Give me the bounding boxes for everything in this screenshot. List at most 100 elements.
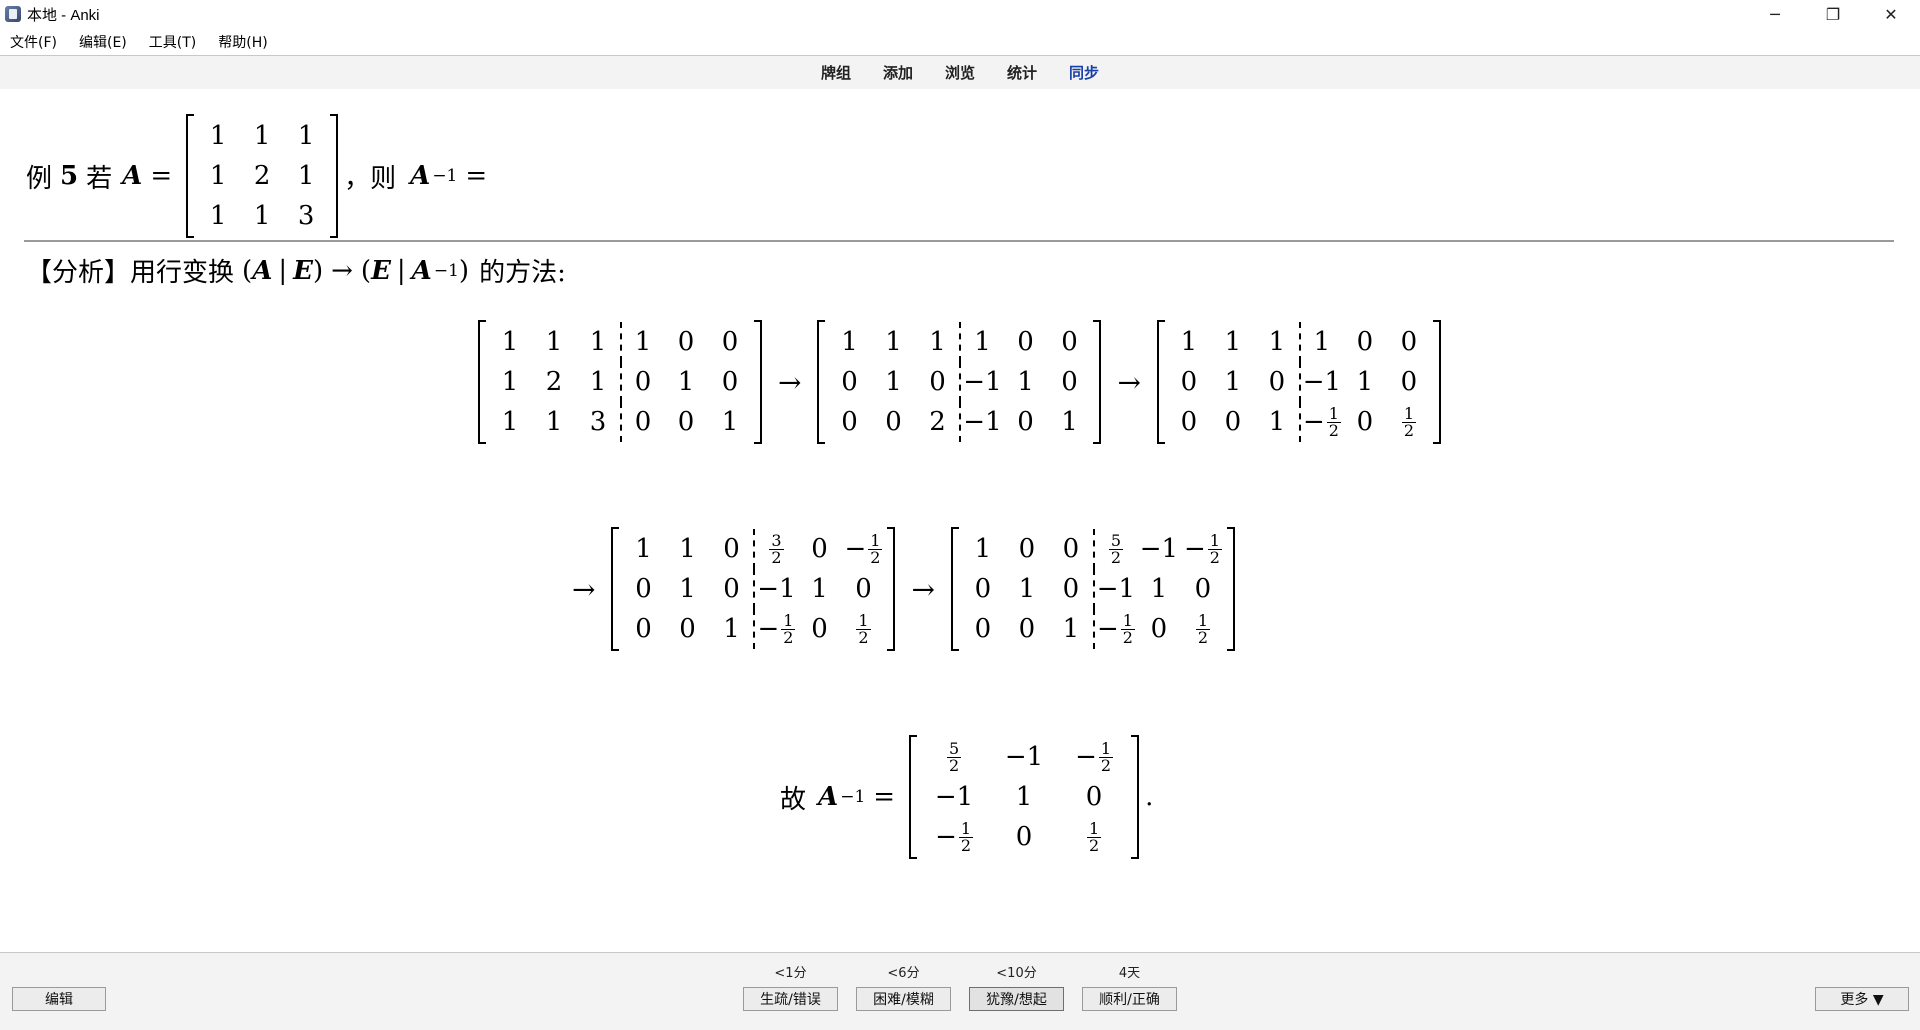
- matrix-cell: 0: [1194, 574, 1212, 604]
- matrix-cell: 1: [1017, 367, 1034, 397]
- matrix-cell: 1: [501, 407, 519, 437]
- matrix-cell: 2: [545, 367, 563, 397]
- result-matrix: 5 2 −1 −1 2 −1 1 0 −1 2 0 1 2: [909, 735, 1140, 859]
- matrix-right-bracket: [1226, 527, 1235, 651]
- matrix-left-bracket: [186, 114, 195, 238]
- menu-file[interactable]: 文件(F): [10, 32, 57, 52]
- matrix-cell: −1: [1298, 362, 1343, 402]
- step-matrix-4: 1 1 0 3 2 0−1 2 0 1 0 −1 1 0 0 0 1−1 2 0 1 2: [611, 527, 896, 651]
- more-button[interactable]: 更多 ▼: [1815, 987, 1909, 1011]
- menu-help[interactable]: 帮助(H): [218, 32, 267, 52]
- analysis-text: 用行变换: [130, 258, 235, 288]
- matrix-cell: −1 2: [844, 530, 883, 567]
- matrix-cell: 0: [1062, 534, 1080, 564]
- matrix-cell: −1: [1004, 742, 1044, 772]
- matrix-cell: −1 2: [935, 818, 974, 855]
- matrix-left-bracket: [1156, 320, 1165, 444]
- toolbar-add[interactable]: 添加: [883, 62, 913, 83]
- answer-easy-button[interactable]: 顺利/正确: [1082, 987, 1177, 1011]
- matrix-cell: 0: [929, 367, 946, 397]
- card-question: 例 5 若 A = 111121113 ，则 A −1 =: [26, 114, 487, 238]
- result-eq: =: [873, 782, 896, 812]
- arrow-icon: →: [778, 365, 802, 399]
- toolbar-sync[interactable]: 同步: [1069, 62, 1099, 83]
- matrix-grid: 111121113: [194, 114, 330, 238]
- matrix-cell: 0: [1061, 367, 1078, 397]
- matrix-cell: 1: [297, 161, 315, 191]
- question-var-a-inv: A: [410, 161, 431, 191]
- result-prefix: 故: [780, 784, 807, 815]
- answer-hard-button[interactable]: 困难/模糊: [856, 987, 951, 1011]
- matrix-cell: 0: [1400, 367, 1418, 397]
- matrix-cell: 0: [635, 574, 652, 604]
- matrix-cell: 0: [855, 574, 872, 604]
- matrix-cell: 0: [620, 362, 664, 402]
- question-var-a: A: [122, 161, 143, 191]
- matrix-cell: −1 2: [1092, 609, 1137, 649]
- close-button[interactable]: ✕: [1862, 0, 1920, 28]
- matrix-cell: 12: [1401, 403, 1417, 440]
- toolbar-decks[interactable]: 牌组: [821, 62, 851, 83]
- matrix-grid: 1 1 0 3 2 0−1 2 0 1 0 −1 1 0 0 0 1−1 2 0 1 2: [619, 527, 887, 651]
- toolbar-stats[interactable]: 统计: [1007, 62, 1037, 83]
- matrix-right-bracket: [1432, 320, 1441, 444]
- matrix-cell: 0: [721, 327, 739, 357]
- matrix-cell: 0: [1062, 574, 1080, 604]
- menu-tools[interactable]: 工具(T): [149, 32, 196, 52]
- matrix-left-bracket: [611, 527, 620, 651]
- menu-edit[interactable]: 编辑(E): [79, 32, 127, 52]
- edit-button[interactable]: 编辑: [12, 987, 106, 1011]
- analysis-line: 【分析】 用行变换 ( A | E ) → ( E | A −1 ) 的方法:: [26, 252, 566, 289]
- matrix-cell: 0: [1224, 407, 1242, 437]
- matrix-cell: 1: [209, 121, 227, 151]
- matrix-cell: 0: [620, 402, 664, 442]
- minimize-button[interactable]: ─: [1746, 0, 1804, 28]
- matrix-cell: −1: [753, 569, 797, 609]
- matrix-cell: 1: [635, 534, 652, 564]
- matrix-cell: −1 2: [1298, 402, 1343, 442]
- answer-again-button[interactable]: 生疏/错误: [743, 987, 838, 1011]
- question-number: 5: [60, 161, 79, 191]
- matrix-cell: 12: [1195, 610, 1211, 647]
- matrix-cell: −1: [959, 362, 1003, 402]
- matrix-cell: 2: [929, 407, 946, 437]
- matrix-cell: −1 2: [1183, 530, 1222, 567]
- matrix-cell: 1: [545, 407, 563, 437]
- matrix-cell: 1: [501, 327, 519, 357]
- matrix-cell: 1: [501, 367, 519, 397]
- interval-easy: 4天: [1118, 966, 1141, 981]
- step-matrix-2: 1 1 1 1 0 0 0 1 0 −1 1 0 0 0 2 −1 0 1: [817, 320, 1102, 444]
- matrix-cell: 1: [679, 574, 696, 604]
- question-if: 若: [86, 163, 113, 194]
- matrix-cell: 0: [811, 614, 828, 644]
- matrix-right-bracket: [887, 527, 896, 651]
- menu-bar: 文件(F) 编辑(E) 工具(T) 帮助(H): [0, 30, 1920, 54]
- matrix-left-bracket: [478, 320, 486, 444]
- matrix-cell: 0: [635, 614, 652, 644]
- matrix-cell: 0: [1180, 407, 1198, 437]
- title-bar: 本地 - Anki ─ ❐ ✕: [0, 0, 1920, 28]
- interval-good: <10分: [996, 966, 1037, 981]
- matrix-cell: 0: [1018, 534, 1036, 564]
- card-webview: 例 5 若 A = 111121113 ，则 A −1 = 【分析】 用行变换 …: [0, 90, 1920, 952]
- matrix-cell: 1: [974, 534, 992, 564]
- restore-button[interactable]: ❐: [1804, 0, 1862, 28]
- question-answer-divider: [24, 240, 1894, 242]
- matrix-right-bracket: [330, 114, 339, 238]
- step-matrix-1: 111100121010113001: [478, 320, 762, 444]
- toolbar-browse[interactable]: 浏览: [945, 62, 975, 83]
- answer-good-button[interactable]: 犹豫/想起: [969, 987, 1064, 1011]
- analysis-e: E: [293, 255, 313, 286]
- matrix-cell: −1: [934, 782, 974, 812]
- elimination-row-2: → 1 1 0 3 2 0−1 2 0 1 0 −1 1 0 0 0 1−1 2 0 1 2 → 1 0 0 5 2 −1−1 2…: [562, 527, 1241, 651]
- analysis-e-2: E: [371, 255, 391, 286]
- matrix-cell: −1: [1139, 534, 1179, 564]
- question-then: ，则: [344, 163, 397, 194]
- matrix-cell: −1: [959, 402, 1003, 442]
- matrix-cell: 1: [1224, 327, 1242, 357]
- elimination-row-1: 111100121010113001 → 1 1 1 1 0 0 0 1 0 −1 1 0 0 0 2 −1 0…: [472, 320, 1447, 444]
- matrix-cell: 0: [841, 367, 858, 397]
- analysis-bar-2: |: [396, 255, 406, 286]
- result-var-a: A: [818, 782, 839, 812]
- matrix-cell: 0: [1085, 782, 1103, 812]
